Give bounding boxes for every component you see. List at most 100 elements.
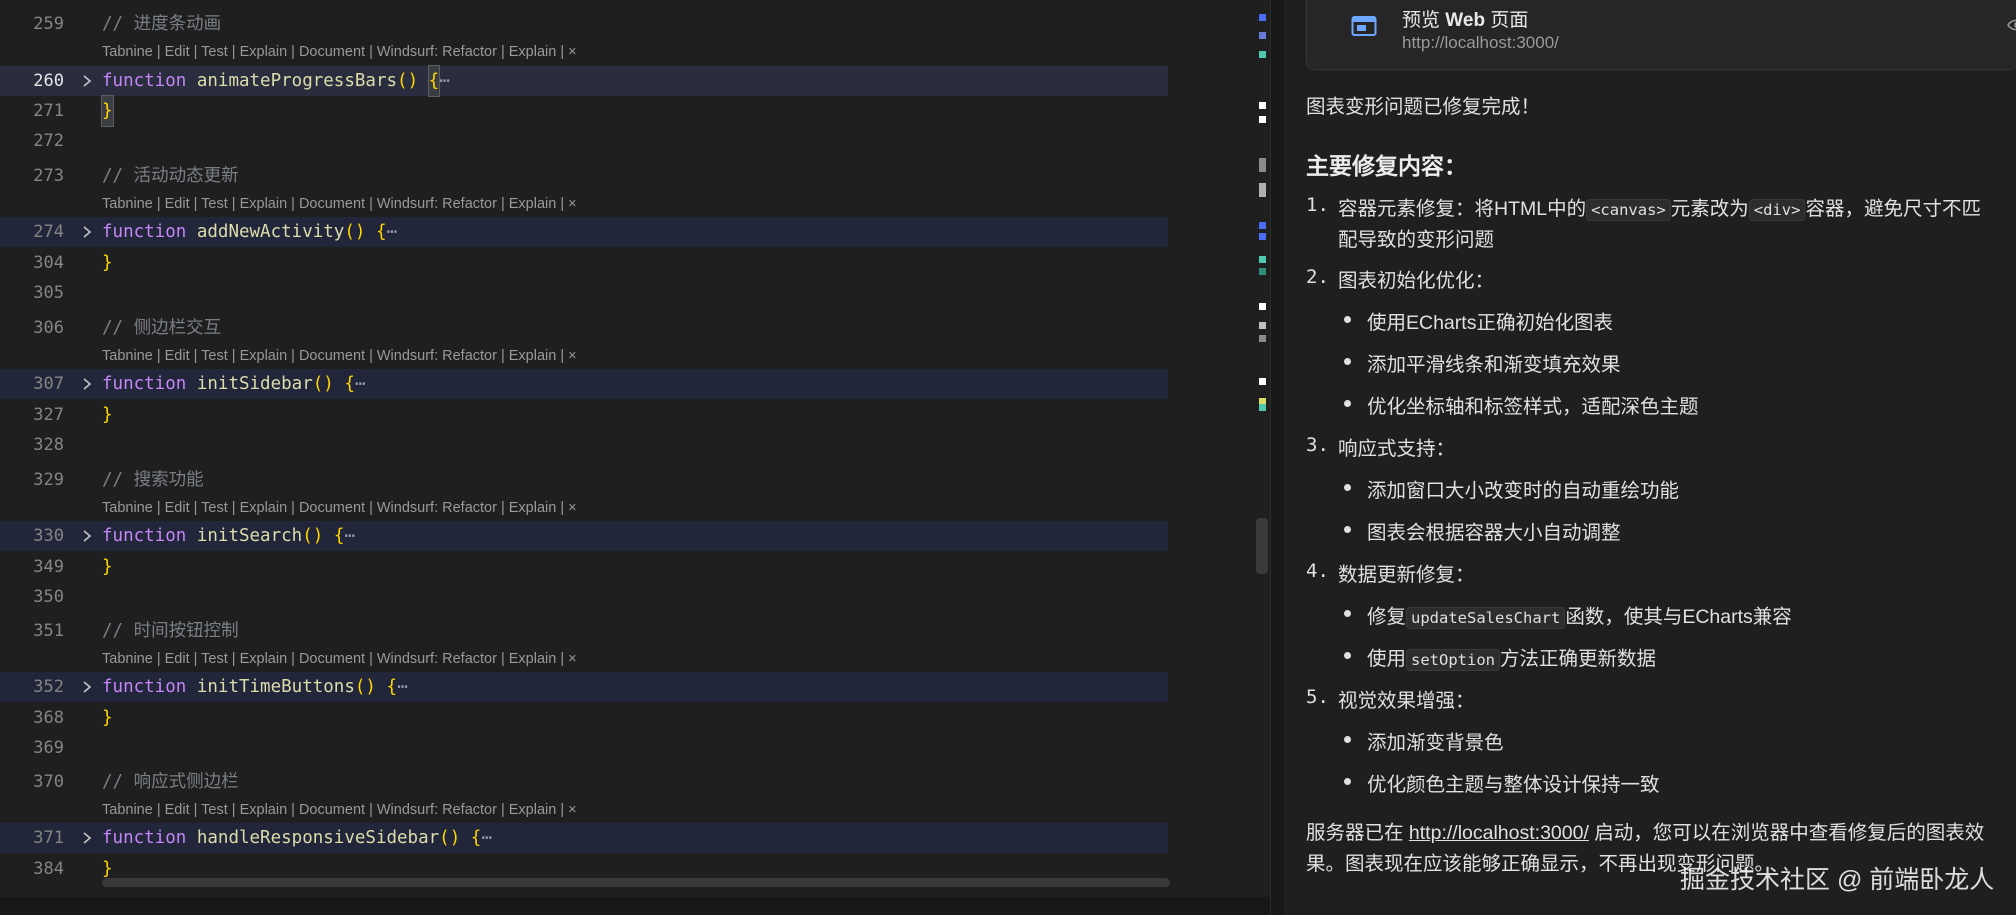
editor-bottom-strip [0, 897, 1270, 915]
code-line[interactable]: 328 [0, 430, 1270, 460]
code-line-folded[interactable]: 274 function addNewActivity() {⋯ [0, 217, 1168, 247]
sub-list-item-text: 修复 [1367, 606, 1407, 628]
preview-card[interactable]: 预览 Web 页面 http://localhost:3000/ [1306, 0, 2016, 70]
code-line[interactable]: 273 // 活动动态更新 [0, 161, 1270, 191]
preview-title-bold: Web [1445, 10, 1486, 31]
code-lens[interactable]: Tabnine | Edit | Test | Explain | Docume… [102, 648, 577, 670]
line-number: 350 [33, 587, 64, 607]
bullet [1344, 652, 1351, 659]
fold-chevron-icon[interactable] [80, 73, 94, 89]
list-item-text-part: 元素改为 [1670, 198, 1749, 220]
line-number: 370 [33, 772, 64, 792]
code-lens-close-icon[interactable]: × [568, 651, 576, 667]
browser-window-icon [1351, 16, 1377, 36]
sub-list-item: 添加窗口大小改变时的自动重绘功能 [1367, 480, 1680, 502]
code-lens[interactable]: Tabnine | Edit | Test | Explain | Docume… [102, 497, 577, 519]
folded-ellipsis-icon[interactable]: ⋯ [387, 222, 398, 242]
code-line-folded[interactable]: 371 function handleResponsiveSidebar() {… [0, 823, 1168, 853]
code-comment: // 侧边栏交互 [102, 318, 222, 338]
ruler-mark [1259, 222, 1266, 229]
code-comment: // 活动动态更新 [102, 166, 239, 186]
code-line[interactable]: 329 // 搜索功能 [0, 465, 1270, 495]
code-line[interactable]: 259 // 进度条动画 [0, 9, 1270, 39]
panel-divider[interactable] [1270, 0, 1285, 915]
folded-ellipsis-icon[interactable]: ⋯ [439, 71, 450, 91]
ruler-mark [1259, 102, 1266, 109]
fold-chevron-icon[interactable] [80, 830, 94, 846]
code-lens-actions[interactable]: Tabnine | Edit | Test | Explain | Docume… [102, 802, 568, 818]
vertical-scrollbar[interactable] [1256, 518, 1268, 574]
code-lens-actions[interactable]: Tabnine | Edit | Test | Explain | Docume… [102, 196, 568, 212]
code-line[interactable]: 271 } [0, 95, 1270, 127]
code-lens-close-icon[interactable]: × [568, 802, 576, 818]
open-brace: { [333, 526, 345, 546]
close-brace: } [102, 405, 113, 425]
list-item-text: 图表初始化优化： [1338, 270, 1495, 292]
code-lens-close-icon[interactable]: × [568, 500, 576, 516]
parens: () [397, 71, 419, 91]
list-number: 3. [1306, 434, 1329, 456]
code-lens-actions[interactable]: Tabnine | Edit | Test | Explain | Docume… [102, 500, 568, 516]
keyword: function [102, 374, 187, 394]
ruler-mark [1259, 335, 1266, 342]
intro-text: 图表变形问题已修复完成！ [1306, 96, 1541, 118]
list-item-text: 配导致的变形问题 [1338, 229, 1495, 251]
fold-chevron-icon[interactable] [80, 528, 94, 544]
code-line-folded[interactable]: 307 function initSidebar() {⋯ [0, 369, 1168, 399]
code-lens-actions[interactable]: Tabnine | Edit | Test | Explain | Docume… [102, 651, 568, 667]
code-line-folded[interactable]: 330 function initSearch() {⋯ [0, 521, 1168, 551]
code-editor[interactable]: 259 // 进度条动画 Tabnine | Edit | Test | Exp… [0, 0, 1270, 915]
code-lens-actions[interactable]: Tabnine | Edit | Test | Explain | Docume… [102, 44, 568, 60]
code-lens[interactable]: Tabnine | Edit | Test | Explain | Docume… [102, 799, 577, 821]
code-lens-close-icon[interactable]: × [568, 348, 576, 364]
code-comment: // 搜索功能 [102, 470, 204, 490]
function-name: addNewActivity [196, 222, 345, 242]
preview-url[interactable]: http://localhost:3000/ [1402, 33, 1559, 53]
code-line[interactable]: 369 [0, 733, 1270, 763]
localhost-link[interactable]: http://localhost:3000/ [1409, 822, 1589, 844]
function-name: initTimeButtons [196, 677, 355, 697]
code-line[interactable]: 349 } [0, 552, 1270, 582]
sub-list-item: 优化坐标轴和标签样式，适配深色主题 [1367, 396, 1699, 418]
code-line[interactable]: 370 // 响应式侧边栏 [0, 767, 1270, 797]
preview-title: 预览 Web 页面 [1402, 5, 1528, 32]
inline-code: <canvas> [1586, 199, 1671, 221]
line-number: 384 [33, 859, 64, 879]
code-lens-actions[interactable]: Tabnine | Edit | Test | Explain | Docume… [102, 348, 568, 364]
code-lens[interactable]: Tabnine | Edit | Test | Explain | Docume… [102, 193, 577, 215]
line-number: 371 [33, 828, 64, 848]
code-lens-close-icon[interactable]: × [568, 196, 576, 212]
code-line-folded[interactable]: 352 function initTimeButtons() {⋯ [0, 672, 1168, 702]
fold-chevron-icon[interactable] [80, 376, 94, 392]
fold-chevron-icon[interactable] [80, 224, 94, 240]
code-lens-close-icon[interactable]: × [568, 44, 576, 60]
folded-ellipsis-icon[interactable]: ⋯ [344, 526, 355, 546]
ruler-mark [1259, 158, 1266, 172]
code-lens[interactable]: Tabnine | Edit | Test | Explain | Docume… [102, 345, 577, 367]
close-brace: } [102, 253, 113, 273]
code-line[interactable]: 305 [0, 278, 1270, 308]
code-lens[interactable]: Tabnine | Edit | Test | Explain | Docume… [102, 41, 577, 63]
folded-ellipsis-icon[interactable]: ⋯ [355, 374, 366, 394]
parens: () [439, 828, 461, 848]
code-line-folded[interactable]: 260 function animateProgressBars() {⋯ [0, 65, 1168, 97]
folded-ellipsis-icon[interactable]: ⋯ [481, 828, 492, 848]
code-line[interactable]: 304 } [0, 248, 1270, 278]
overview-ruler[interactable] [1256, 0, 1270, 915]
code-line[interactable]: 368 } [0, 703, 1270, 733]
folded-ellipsis-icon[interactable]: ⋯ [397, 677, 408, 697]
code-line[interactable]: 350 [0, 582, 1270, 612]
line-number: 274 [33, 222, 64, 242]
code-line[interactable]: 327 } [0, 400, 1270, 430]
preview-title-prefix: 预览 [1402, 10, 1446, 31]
code-line[interactable]: 272 [0, 126, 1270, 156]
line-number: 328 [33, 435, 64, 455]
fold-chevron-icon[interactable] [80, 679, 94, 695]
code-comment: // 响应式侧边栏 [102, 772, 239, 792]
code-line[interactable]: 306 // 侧边栏交互 [0, 313, 1270, 343]
horizontal-scrollbar[interactable] [102, 878, 1170, 887]
eye-icon[interactable] [2007, 17, 2016, 33]
line-number: 306 [33, 318, 64, 338]
code-line[interactable]: 351 // 时间按钮控制 [0, 616, 1270, 646]
parens: () [344, 222, 366, 242]
